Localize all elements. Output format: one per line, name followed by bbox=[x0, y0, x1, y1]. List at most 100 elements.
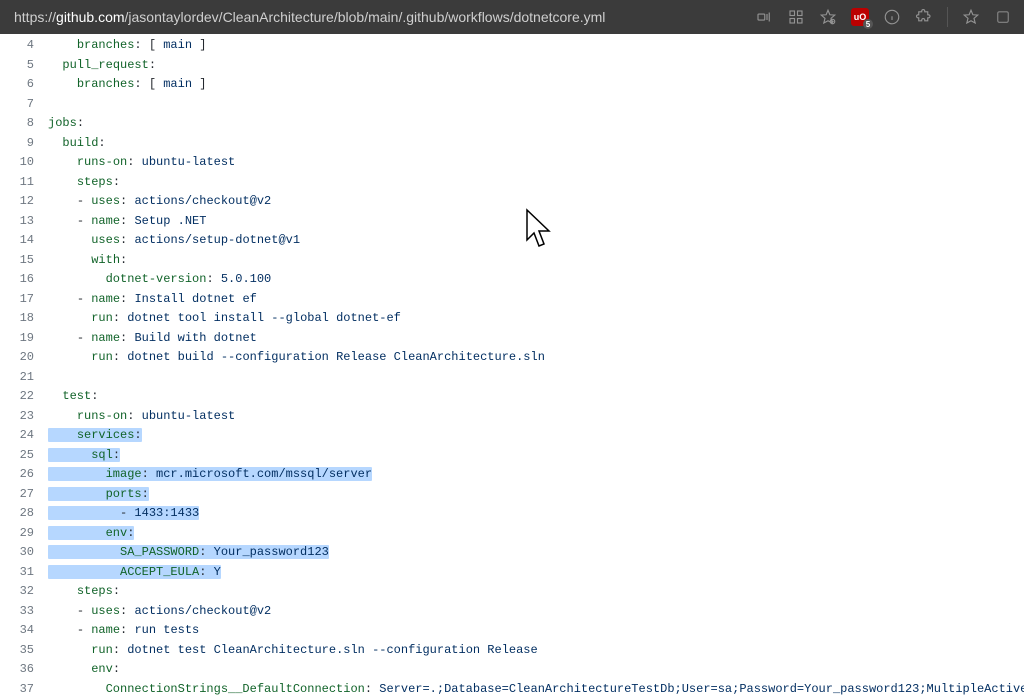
apps-icon[interactable] bbox=[787, 8, 805, 26]
code-line[interactable]: 24 services: bbox=[0, 426, 1024, 446]
code-content[interactable]: branches: [ main ] bbox=[48, 75, 1024, 95]
code-line[interactable]: 27 ports: bbox=[0, 485, 1024, 505]
code-line[interactable]: 10 runs-on: ubuntu-latest bbox=[0, 153, 1024, 173]
code-line[interactable]: 7 bbox=[0, 95, 1024, 115]
code-line[interactable]: 20 run: dotnet build --configuration Rel… bbox=[0, 348, 1024, 368]
line-number[interactable]: 6 bbox=[0, 75, 48, 95]
collections-icon[interactable] bbox=[994, 8, 1012, 26]
line-number[interactable]: 36 bbox=[0, 660, 48, 680]
code-content[interactable]: run: dotnet tool install --global dotnet… bbox=[48, 309, 1024, 329]
line-number[interactable]: 14 bbox=[0, 231, 48, 251]
code-content[interactable]: pull_request: bbox=[48, 56, 1024, 76]
code-line[interactable]: 5 pull_request: bbox=[0, 56, 1024, 76]
line-number[interactable]: 26 bbox=[0, 465, 48, 485]
line-number[interactable]: 17 bbox=[0, 290, 48, 310]
read-aloud-icon[interactable] bbox=[755, 8, 773, 26]
line-number[interactable]: 16 bbox=[0, 270, 48, 290]
line-number[interactable]: 22 bbox=[0, 387, 48, 407]
code-content[interactable]: build: bbox=[48, 134, 1024, 154]
line-number[interactable]: 24 bbox=[0, 426, 48, 446]
code-line[interactable]: 25 sql: bbox=[0, 446, 1024, 466]
code-line[interactable]: 9 build: bbox=[0, 134, 1024, 154]
code-content[interactable]: image: mcr.microsoft.com/mssql/server bbox=[48, 465, 1024, 485]
code-content[interactable]: run: dotnet test CleanArchitecture.sln -… bbox=[48, 641, 1024, 661]
code-line[interactable]: 17 - name: Install dotnet ef bbox=[0, 290, 1024, 310]
code-content[interactable]: env: bbox=[48, 524, 1024, 544]
code-content[interactable]: - name: Build with dotnet bbox=[48, 329, 1024, 349]
code-line[interactable]: 35 run: dotnet test CleanArchitecture.sl… bbox=[0, 641, 1024, 661]
line-number[interactable]: 15 bbox=[0, 251, 48, 271]
line-number[interactable]: 31 bbox=[0, 563, 48, 583]
code-content[interactable]: SA_PASSWORD: Your_password123 bbox=[48, 543, 1024, 563]
favorites-icon[interactable] bbox=[819, 8, 837, 26]
code-line[interactable]: 13 - name: Setup .NET bbox=[0, 212, 1024, 232]
code-line[interactable]: 12 - uses: actions/checkout@v2 bbox=[0, 192, 1024, 212]
line-number[interactable]: 29 bbox=[0, 524, 48, 544]
line-number[interactable]: 12 bbox=[0, 192, 48, 212]
code-line[interactable]: 32 steps: bbox=[0, 582, 1024, 602]
ublock-extension-icon[interactable]: uO 5 bbox=[851, 8, 869, 26]
line-number[interactable]: 32 bbox=[0, 582, 48, 602]
line-number[interactable]: 18 bbox=[0, 309, 48, 329]
code-line[interactable]: 26 image: mcr.microsoft.com/mssql/server bbox=[0, 465, 1024, 485]
code-content[interactable]: - name: Install dotnet ef bbox=[48, 290, 1024, 310]
code-line[interactable]: 14 uses: actions/setup-dotnet@v1 bbox=[0, 231, 1024, 251]
code-content[interactable]: env: bbox=[48, 660, 1024, 680]
code-line[interactable]: 22 test: bbox=[0, 387, 1024, 407]
code-line[interactable]: 30 SA_PASSWORD: Your_password123 bbox=[0, 543, 1024, 563]
line-number[interactable]: 4 bbox=[0, 36, 48, 56]
line-number[interactable]: 20 bbox=[0, 348, 48, 368]
code-content[interactable]: dotnet-version: 5.0.100 bbox=[48, 270, 1024, 290]
code-line[interactable]: 28 - 1433:1433 bbox=[0, 504, 1024, 524]
code-content[interactable] bbox=[48, 368, 1024, 388]
line-number[interactable]: 11 bbox=[0, 173, 48, 193]
line-number[interactable]: 23 bbox=[0, 407, 48, 427]
code-content[interactable]: ACCEPT_EULA: Y bbox=[48, 563, 1024, 583]
code-viewer[interactable]: 4 branches: [ main ]5 pull_request:6 bra… bbox=[0, 34, 1024, 699]
line-number[interactable]: 25 bbox=[0, 446, 48, 466]
line-number[interactable]: 7 bbox=[0, 95, 48, 115]
code-content[interactable]: jobs: bbox=[48, 114, 1024, 134]
code-content[interactable]: steps: bbox=[48, 582, 1024, 602]
line-number[interactable]: 37 bbox=[0, 680, 48, 699]
code-line[interactable]: 6 branches: [ main ] bbox=[0, 75, 1024, 95]
code-content[interactable]: ConnectionStrings__DefaultConnection: Se… bbox=[48, 680, 1024, 699]
code-line[interactable]: 8jobs: bbox=[0, 114, 1024, 134]
line-number[interactable]: 27 bbox=[0, 485, 48, 505]
code-line[interactable]: 4 branches: [ main ] bbox=[0, 36, 1024, 56]
code-content[interactable]: runs-on: ubuntu-latest bbox=[48, 153, 1024, 173]
line-number[interactable]: 9 bbox=[0, 134, 48, 154]
url-bar[interactable]: https://github.com/jasontaylordev/CleanA… bbox=[8, 0, 755, 34]
line-number[interactable]: 35 bbox=[0, 641, 48, 661]
line-number[interactable]: 21 bbox=[0, 368, 48, 388]
code-content[interactable]: test: bbox=[48, 387, 1024, 407]
code-content[interactable]: uses: actions/setup-dotnet@v1 bbox=[48, 231, 1024, 251]
code-content[interactable]: ports: bbox=[48, 485, 1024, 505]
code-content[interactable] bbox=[48, 95, 1024, 115]
code-content[interactable]: runs-on: ubuntu-latest bbox=[48, 407, 1024, 427]
line-number[interactable]: 19 bbox=[0, 329, 48, 349]
code-content[interactable]: services: bbox=[48, 426, 1024, 446]
code-line[interactable]: 36 env: bbox=[0, 660, 1024, 680]
code-content[interactable]: - uses: actions/checkout@v2 bbox=[48, 192, 1024, 212]
code-line[interactable]: 23 runs-on: ubuntu-latest bbox=[0, 407, 1024, 427]
line-number[interactable]: 5 bbox=[0, 56, 48, 76]
code-content[interactable]: sql: bbox=[48, 446, 1024, 466]
code-content[interactable]: - uses: actions/checkout@v2 bbox=[48, 602, 1024, 622]
code-line[interactable]: 37 ConnectionStrings__DefaultConnection:… bbox=[0, 680, 1024, 699]
line-number[interactable]: 28 bbox=[0, 504, 48, 524]
info-icon[interactable] bbox=[883, 8, 901, 26]
code-line[interactable]: 19 - name: Build with dotnet bbox=[0, 329, 1024, 349]
code-line[interactable]: 15 with: bbox=[0, 251, 1024, 271]
line-number[interactable]: 10 bbox=[0, 153, 48, 173]
code-content[interactable]: steps: bbox=[48, 173, 1024, 193]
line-number[interactable]: 13 bbox=[0, 212, 48, 232]
code-line[interactable]: 11 steps: bbox=[0, 173, 1024, 193]
code-content[interactable]: branches: [ main ] bbox=[48, 36, 1024, 56]
line-number[interactable]: 30 bbox=[0, 543, 48, 563]
code-line[interactable]: 21 bbox=[0, 368, 1024, 388]
code-line[interactable]: 29 env: bbox=[0, 524, 1024, 544]
code-line[interactable]: 33 - uses: actions/checkout@v2 bbox=[0, 602, 1024, 622]
code-content[interactable]: - name: Setup .NET bbox=[48, 212, 1024, 232]
line-number[interactable]: 8 bbox=[0, 114, 48, 134]
